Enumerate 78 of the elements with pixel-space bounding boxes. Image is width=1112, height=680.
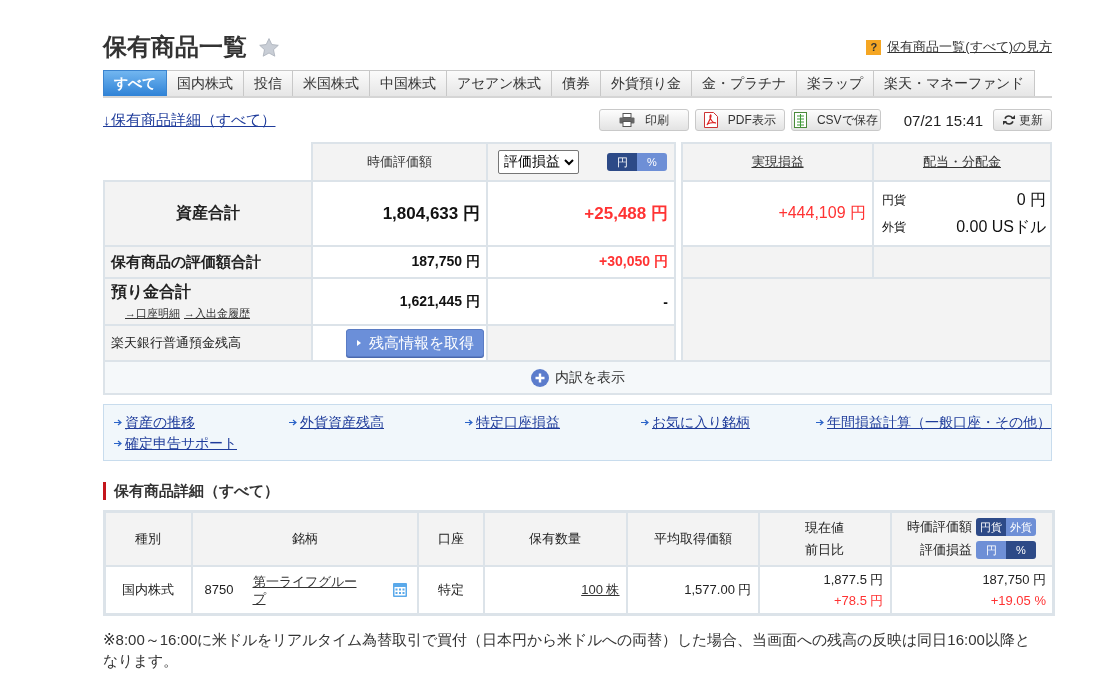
column-header: 時価評価額 [313, 144, 486, 180]
column-header: 種別 [104, 511, 192, 566]
timestamp: 07/21 15:41 [903, 111, 983, 129]
arrow-right-icon [641, 418, 649, 426]
tab[interactable]: 債券 [552, 70, 601, 96]
spreadsheet-icon [793, 112, 807, 128]
column-header: 銘柄 [191, 511, 418, 566]
table-cell: 特定 [417, 565, 484, 615]
table-cell-text: 187,750 円 [981, 570, 1046, 589]
toolbar-button[interactable]: PDF表示 [694, 109, 785, 131]
stock-code: 8750 [204, 582, 235, 598]
table-cell-text: +19.05 % [989, 591, 1046, 610]
account-link[interactable]: →入出金履歴 [184, 306, 250, 321]
page-title: 保有商品一覧 [103, 33, 247, 61]
table-cell-text: 1,877.5 円 [822, 570, 884, 589]
detail-link[interactable]: ↓保有商品詳細（すべて） [103, 110, 276, 130]
tab[interactable]: 中国株式 [370, 70, 447, 96]
help-link[interactable]: 保有商品一覧(すべて)の見方 [887, 38, 1052, 56]
column-header: 評価損益 [920, 541, 972, 560]
tab[interactable]: 国内株式 [167, 70, 244, 96]
arrow-right-icon [816, 418, 824, 426]
printer-icon [618, 113, 635, 127]
pdf-icon [703, 112, 718, 128]
currency-label: 外貨 [882, 218, 906, 236]
pl-select[interactable]: 評価損益 [498, 150, 579, 174]
arrow-right-icon [465, 418, 473, 426]
arrow-right-icon [114, 418, 122, 426]
row-label: 預り金合計 [111, 282, 191, 302]
column-header: 前日比 [804, 540, 845, 559]
quick-link[interactable]: 外貨資産残高 [289, 412, 384, 432]
caret-right-icon [357, 340, 361, 346]
refresh-icon [1002, 114, 1015, 126]
chevron-down-icon [564, 158, 574, 166]
stock-name-link[interactable]: 第一ライフグループ [252, 572, 361, 607]
help-icon: ? [866, 39, 882, 55]
show-breakdown-button[interactable]: 内訳を表示 [530, 368, 625, 387]
tab[interactable]: 外貨預り金 [601, 70, 692, 96]
table-cell-text: 0 円 [1016, 189, 1046, 210]
arrow-right-icon [114, 439, 122, 447]
calendar-icon [392, 582, 407, 597]
star-icon [259, 37, 279, 57]
unit-toggle[interactable]: 円貨 [976, 518, 1006, 537]
account-link[interactable]: →口座明細 [125, 306, 180, 321]
row-label: 資産合計 [105, 182, 311, 245]
quick-link[interactable]: 資産の推移 [114, 412, 195, 432]
table-cell-text: +78.5 円 [833, 591, 884, 610]
table-cell-text: 0.00 USドル [956, 216, 1046, 237]
column-header: 保有数量 [483, 511, 627, 566]
footnote: ※8:00～16:00に米ドルをリアルタイム為替取引で買付（日本円から米ドルへの両替）した場合、当画面への残高の反映は同日16:00以降となります。 [103, 630, 1031, 671]
tab[interactable]: 米国株式 [293, 70, 370, 96]
column-link[interactable]: 実現損益 [751, 153, 804, 171]
quick-link[interactable]: 特定口座損益 [465, 412, 560, 432]
toolbar-button[interactable]: 印刷 [598, 109, 689, 131]
row-label: 楽天銀行普通預金残高 [105, 326, 311, 360]
tab[interactable]: アセアン株式 [447, 70, 552, 96]
tab[interactable]: 楽天・マネーファンド [874, 70, 1035, 96]
unit-toggle[interactable]: 円 [607, 153, 637, 171]
quantity-link[interactable]: 100 株 [581, 581, 620, 597]
table-cell: 国内株式 [104, 565, 192, 615]
quick-link[interactable]: 確定申告サポート [114, 433, 237, 453]
column-header: 時価評価額 [907, 518, 972, 537]
quick-link[interactable]: 年間損益計算（一般口座・その他） [816, 412, 1051, 432]
tab[interactable]: 投信 [244, 70, 293, 96]
arrow-right-icon [289, 418, 297, 426]
plus-circle-icon [530, 368, 549, 387]
refresh-button[interactable]: 更新 [993, 109, 1052, 131]
unit-toggle[interactable]: % [1006, 541, 1036, 560]
table-cell: 1,577.00 円 [626, 565, 759, 615]
quick-link[interactable]: お気に入り銘柄 [641, 412, 750, 432]
toolbar-button[interactable]: CSVで保存 [790, 109, 881, 131]
column-header: 口座 [417, 511, 484, 566]
tab[interactable]: 楽ラップ [797, 70, 874, 96]
column-header: 平均取得価額 [626, 511, 759, 566]
section-heading: 保有商品詳細（すべて） [103, 482, 1052, 500]
column-header: 現在値 [804, 518, 845, 537]
tab[interactable]: 金・プラチナ [692, 70, 797, 96]
currency-label: 円貨 [882, 191, 906, 209]
row-label: 保有商品の評価額合計 [105, 247, 311, 277]
